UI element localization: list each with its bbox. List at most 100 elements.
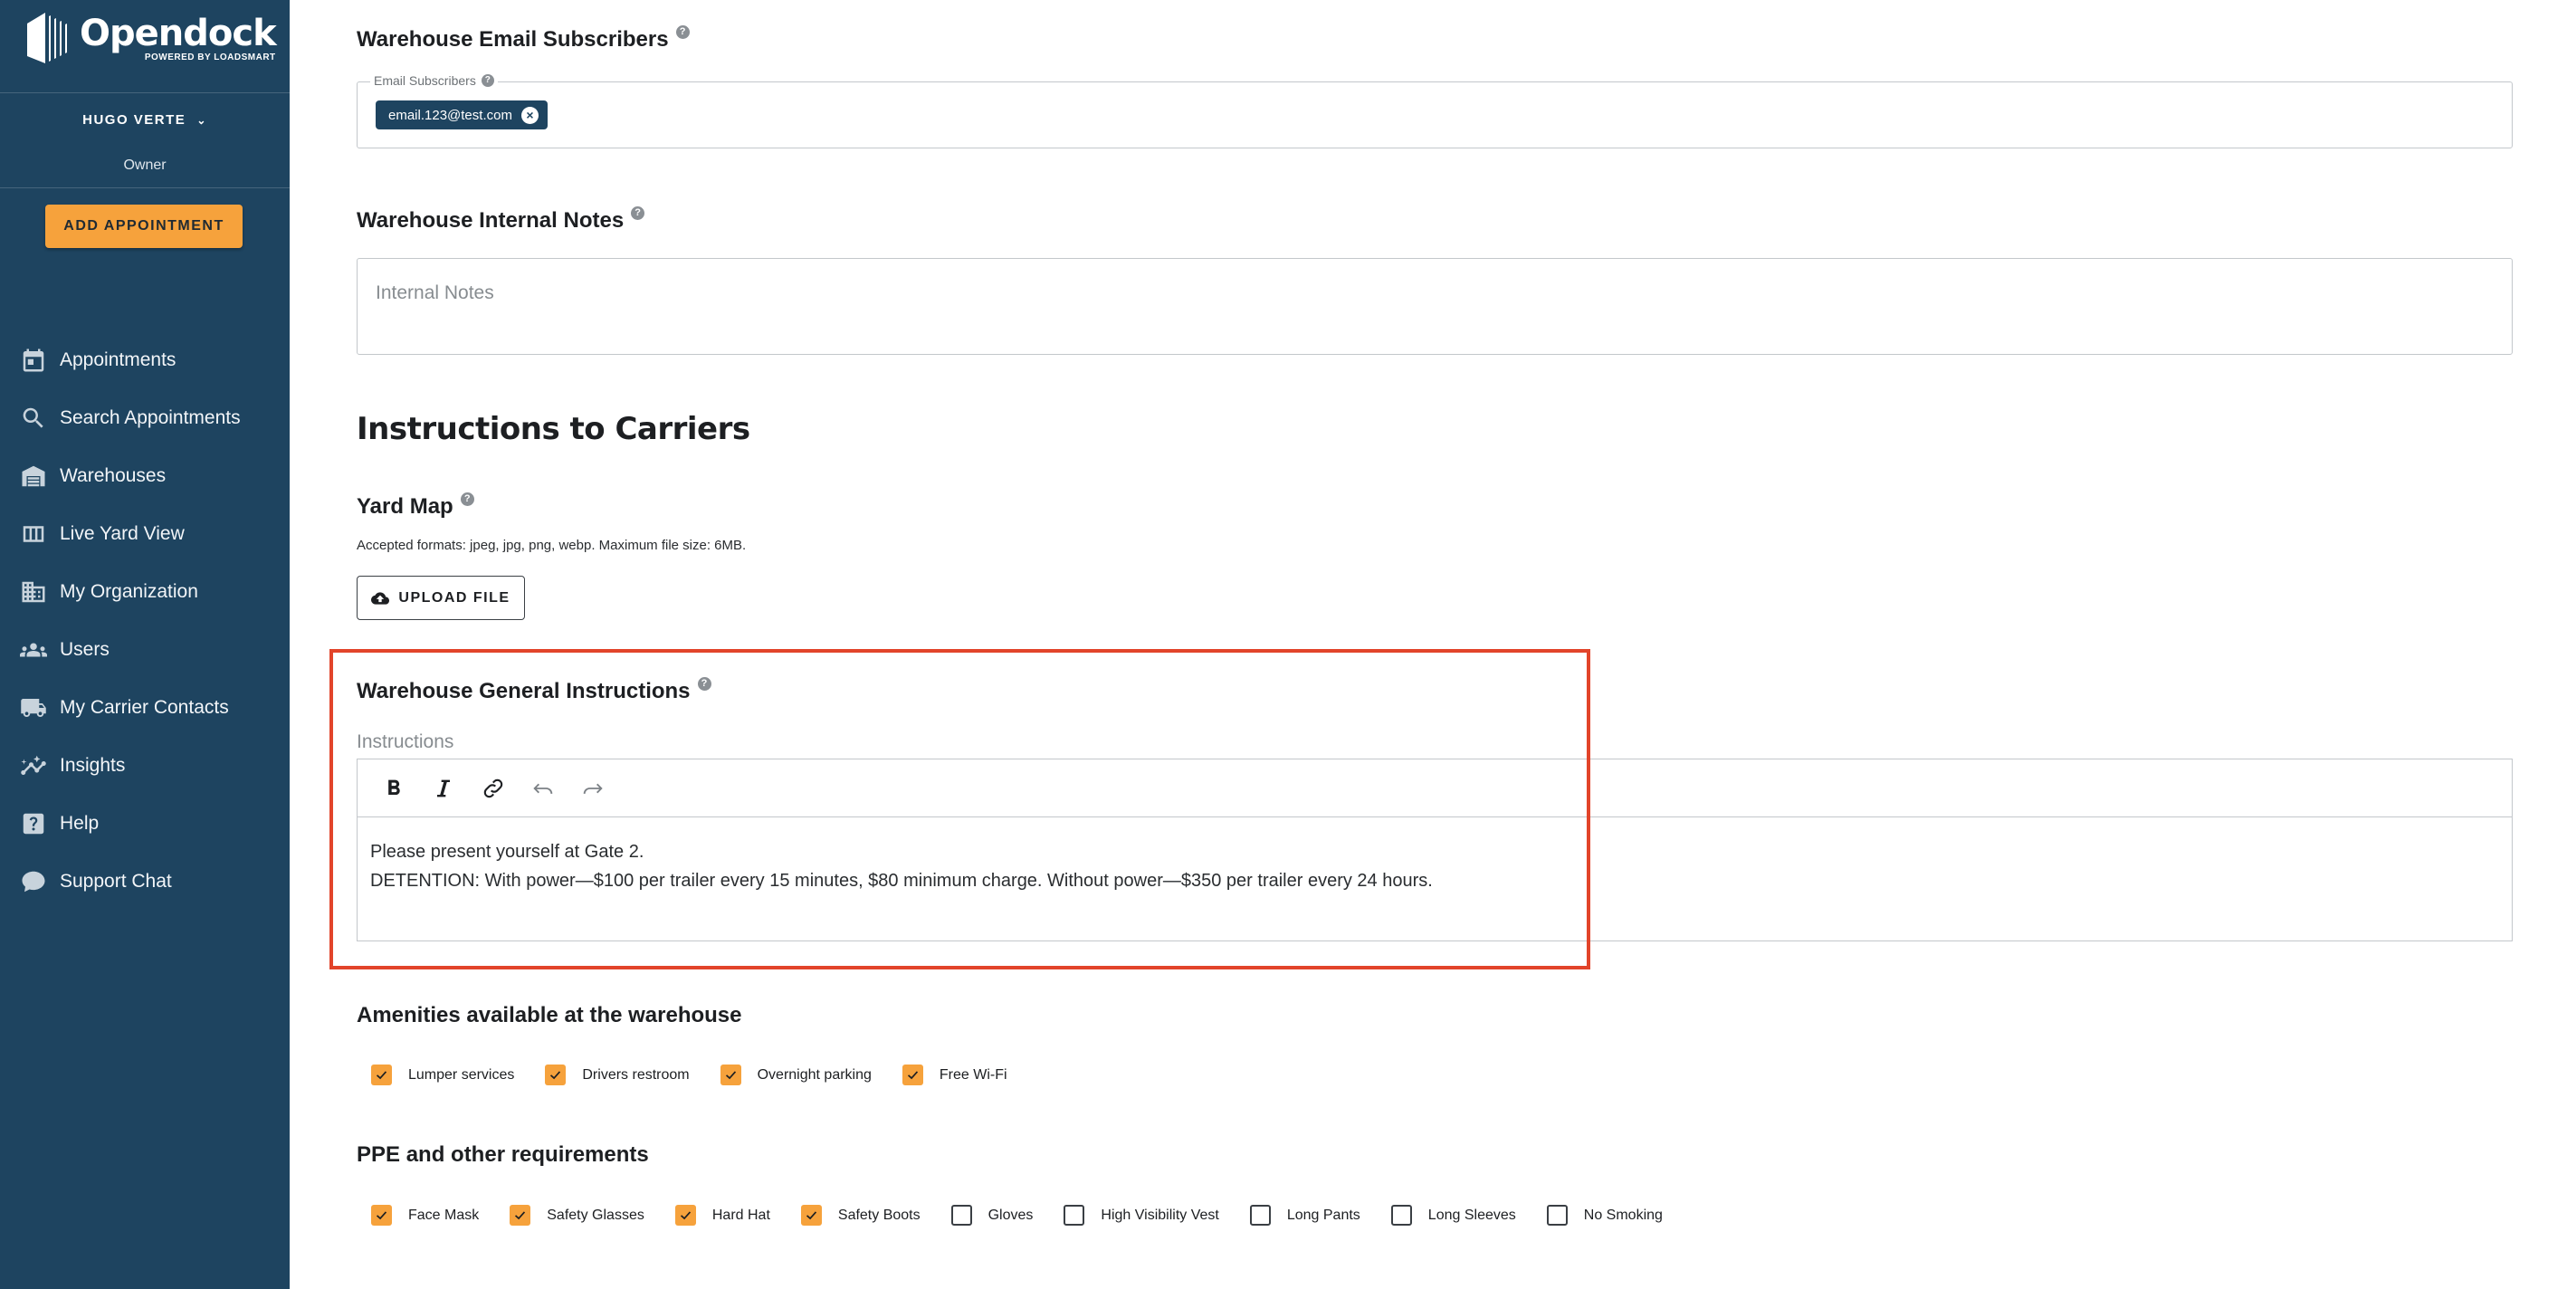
ppe-checkbox[interactable]: No Smoking (1546, 1205, 1663, 1226)
general-instructions-title: Warehouse General Instructions? (357, 677, 711, 704)
undo-button[interactable] (518, 770, 568, 807)
ppe-label: Hard Hat (711, 1207, 770, 1223)
ppe-checkbox[interactable]: Hard Hat (674, 1205, 770, 1226)
ppe-checkboxes: Face Mask Safety Glasses Hard Hat Safety… (371, 1205, 1693, 1226)
ppe-label: Gloves (987, 1207, 1034, 1223)
checkbox-checked-icon (902, 1065, 923, 1085)
upload-file-label: UPLOAD FILE (398, 589, 510, 606)
ppe-checkbox[interactable]: Face Mask (371, 1205, 479, 1226)
sidebar-item-label: Live Yard View (60, 523, 185, 544)
help-icon[interactable]: ? (631, 206, 645, 220)
upload-file-button[interactable]: UPLOAD FILE (357, 576, 525, 620)
sidebar-item-live-yard-view[interactable]: Live Yard View (0, 505, 290, 563)
instructions-label: Instructions (357, 731, 454, 752)
sidebar-item-label: Help (60, 813, 100, 834)
user-menu[interactable]: HUGO VERTE ⌄ (0, 112, 290, 128)
checkbox-unchecked-icon (950, 1205, 972, 1226)
notes-section-title: Warehouse Internal Notes? (357, 206, 645, 234)
carriers-heading: Instructions to Carriers (357, 411, 750, 447)
ppe-checkbox[interactable]: Safety Boots (800, 1205, 921, 1226)
ppe-label: Safety Boots (837, 1207, 921, 1223)
sidebar-item-insights[interactable]: Insights (0, 737, 290, 795)
help-icon[interactable]: ? (675, 25, 690, 39)
chart-line-icon (21, 755, 46, 775)
email-chip-label: email.123@test.com (388, 107, 512, 123)
amenity-checkbox[interactable]: Free Wi-Fi (902, 1065, 1007, 1085)
help-icon[interactable]: ? (481, 74, 494, 87)
amenity-label: Lumper services (408, 1066, 515, 1083)
help-icon[interactable]: ? (460, 492, 474, 506)
editor-toolbar (358, 759, 2512, 817)
sidebar-item-my-organization[interactable]: My Organization (0, 563, 290, 621)
checkbox-checked-icon (545, 1065, 567, 1085)
sidebar-item-label: My Organization (60, 581, 198, 602)
opendock-logo-icon (27, 13, 67, 63)
sidebar-item-users[interactable]: Users (0, 621, 290, 679)
checkbox-checked-icon (674, 1205, 696, 1226)
ppe-label: No Smoking (1583, 1207, 1663, 1223)
add-appointment-button[interactable]: ADD APPOINTMENT (45, 205, 243, 248)
users-icon (20, 643, 47, 657)
ppe-checkbox[interactable]: High Visibility Vest (1064, 1205, 1219, 1226)
checkbox-unchecked-icon (1249, 1205, 1271, 1226)
amenity-label: Overnight parking (757, 1066, 872, 1083)
app-logo[interactable]: Opendock POWERED BY LOADSMART (24, 11, 277, 69)
yard-map-title: Yard Map? (357, 492, 474, 520)
search-icon (23, 407, 43, 428)
checkbox-checked-icon (800, 1205, 822, 1226)
sidebar-item-appointments[interactable]: Appointments (0, 331, 290, 389)
instructions-line: Please present yourself at Gate 2. (370, 842, 644, 862)
user-name: HUGO VERTE (82, 112, 186, 128)
ppe-checkbox[interactable]: Safety Glasses (510, 1205, 644, 1226)
checkbox-unchecked-icon (1064, 1205, 1085, 1226)
close-icon[interactable]: × (520, 106, 539, 124)
email-section-title: Warehouse Email Subscribers? (357, 25, 690, 53)
checkbox-unchecked-icon (1546, 1205, 1568, 1226)
ppe-label: High Visibility Vest (1101, 1207, 1219, 1223)
italic-button[interactable] (418, 770, 468, 807)
sidebar-divider (0, 187, 290, 188)
italic-icon (436, 779, 450, 797)
sidebar-item-help[interactable]: Help (0, 795, 290, 853)
link-button[interactable] (468, 770, 518, 807)
undo-icon (532, 783, 552, 794)
amenity-checkbox[interactable]: Drivers restroom (545, 1065, 690, 1085)
sidebar-item-search-appointments[interactable]: Search Appointments (0, 389, 290, 447)
ppe-checkbox[interactable]: Gloves (950, 1205, 1034, 1226)
cloud-upload-icon (371, 591, 390, 605)
ppe-title: PPE and other requirements (357, 1142, 649, 1167)
sidebar-item-support-chat[interactable]: Support Chat (0, 853, 290, 911)
redo-icon (583, 783, 603, 794)
truck-icon (21, 699, 46, 717)
amenity-checkbox[interactable]: Lumper services (371, 1065, 514, 1085)
redo-button[interactable] (568, 770, 617, 807)
link-icon (483, 778, 502, 797)
checkbox-unchecked-icon (1390, 1205, 1412, 1226)
internal-notes-input[interactable]: Internal Notes (357, 258, 2513, 355)
chevron-down-icon: ⌄ (196, 114, 207, 127)
email-chip: email.123@test.com × (376, 100, 548, 129)
sidebar-item-label: Warehouses (60, 465, 167, 486)
warehouse-icon (22, 465, 45, 487)
instructions-editor[interactable]: Please present yourself at Gate 2. DETEN… (357, 759, 2513, 941)
sidebar-item-my-carrier-contacts[interactable]: My Carrier Contacts (0, 679, 290, 737)
ppe-label: Face Mask (408, 1207, 480, 1223)
amenity-checkbox[interactable]: Overnight parking (720, 1065, 872, 1085)
bold-button[interactable] (368, 770, 418, 807)
email-subscribers-field[interactable]: Email Subscribers? email.123@test.com × (357, 73, 2513, 148)
sidebar-item-warehouses[interactable]: Warehouses (0, 447, 290, 505)
main-content: Warehouse Email Subscribers? Email Subsc… (290, 0, 2576, 1289)
ppe-label: Long Pants (1286, 1207, 1360, 1223)
editor-content[interactable]: Please present yourself at Gate 2. DETEN… (358, 817, 2512, 895)
building-icon (22, 581, 45, 603)
user-role: Owner (123, 158, 167, 173)
sidebar-item-label: My Carrier Contacts (60, 697, 229, 718)
help-icon[interactable]: ? (697, 677, 711, 691)
ppe-checkbox[interactable]: Long Sleeves (1390, 1205, 1516, 1226)
checkbox-checked-icon (720, 1065, 741, 1085)
internal-notes-placeholder: Internal Notes (376, 282, 494, 303)
ppe-checkbox[interactable]: Long Pants (1249, 1205, 1360, 1226)
sidebar-item-label: Search Appointments (60, 407, 241, 428)
sidebar-divider (0, 92, 290, 93)
chat-bubble-icon (22, 871, 45, 893)
